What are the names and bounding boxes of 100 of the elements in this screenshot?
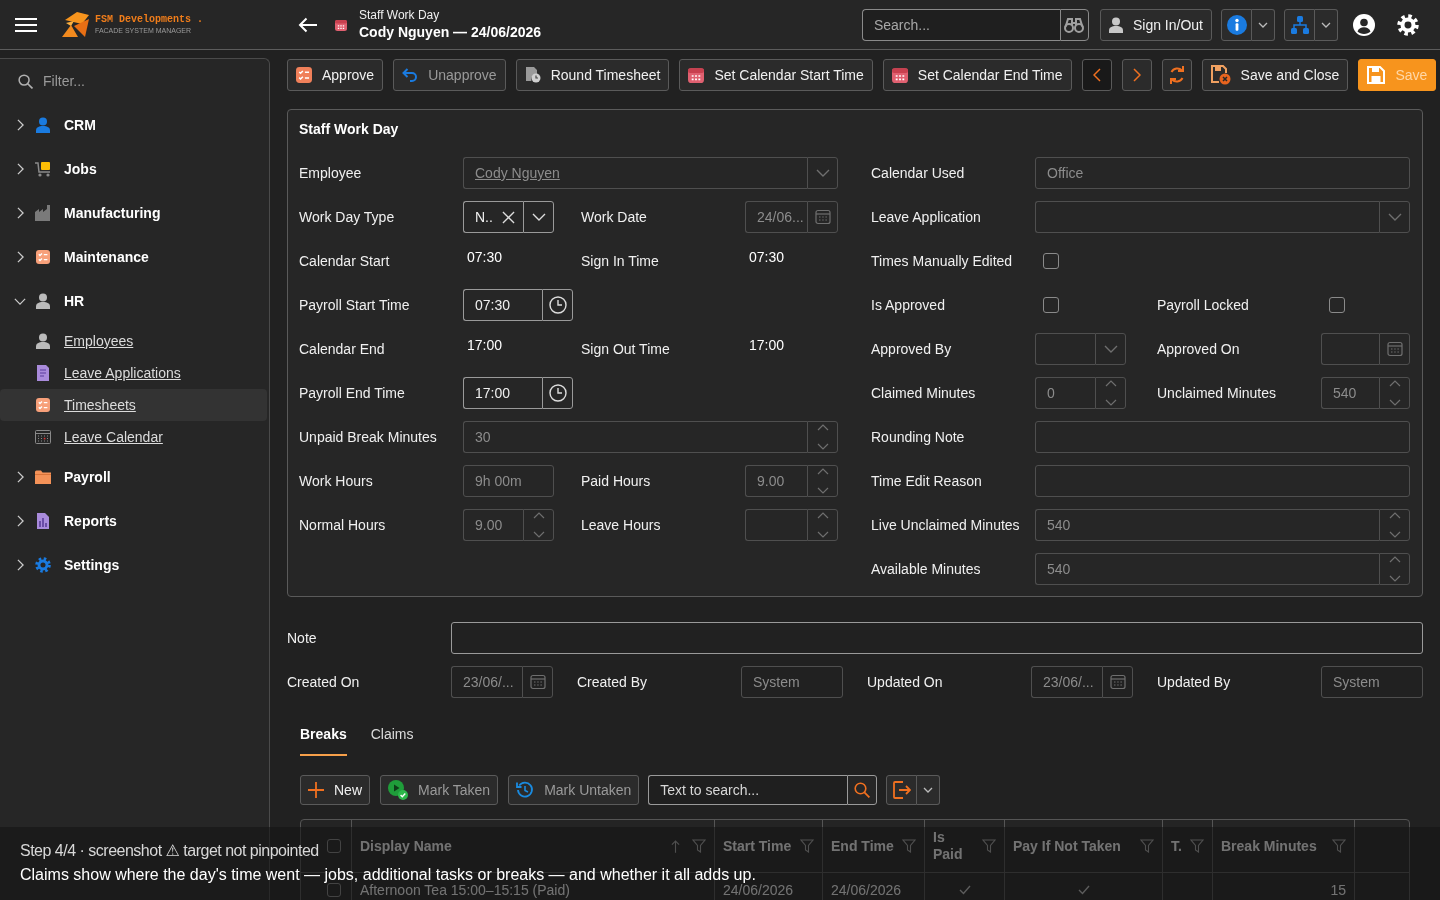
chevron-right-icon[interactable] bbox=[16, 559, 24, 571]
chevron-right-icon[interactable] bbox=[16, 119, 24, 131]
save-and-close-button[interactable]: Save and Close bbox=[1201, 59, 1349, 91]
search-button[interactable] bbox=[847, 775, 878, 805]
column-header[interactable]: T. bbox=[1163, 820, 1213, 872]
field-label: Live Unclaimed Minutes bbox=[871, 517, 1021, 533]
export-button[interactable] bbox=[886, 775, 918, 805]
checkbox[interactable] bbox=[327, 883, 341, 897]
time-picker-button[interactable] bbox=[542, 377, 573, 409]
next-button[interactable] bbox=[1121, 59, 1152, 91]
dropdown-field[interactable]: N.. bbox=[463, 201, 523, 233]
chevron-down-icon bbox=[531, 213, 546, 221]
nav-link[interactable]: Employees bbox=[0, 325, 267, 357]
refresh-button[interactable] bbox=[1161, 59, 1192, 91]
field-label: Paid Hours bbox=[581, 473, 652, 489]
nav-item[interactable]: Maintenance bbox=[0, 235, 267, 279]
time-field[interactable]: 07:30 bbox=[463, 289, 542, 321]
spin-button[interactable] bbox=[1095, 377, 1126, 409]
binoculars-icon bbox=[1064, 16, 1085, 33]
checkbox[interactable] bbox=[327, 839, 341, 853]
up-down-arrows-icon bbox=[1387, 556, 1402, 582]
page-subtitle: Staff Work Day bbox=[359, 7, 441, 23]
column-header[interactable]: Break Minutes bbox=[1213, 820, 1355, 872]
column-header[interactable]: Pay If Not Taken bbox=[1005, 820, 1163, 872]
dropdown-toggle[interactable] bbox=[1315, 8, 1338, 41]
checkbox[interactable] bbox=[1043, 253, 1059, 269]
table-cell: 15 bbox=[1213, 873, 1355, 900]
chevron-right-icon[interactable] bbox=[16, 515, 24, 527]
org-chart-button[interactable] bbox=[1284, 8, 1315, 41]
filter-icon[interactable] bbox=[902, 839, 916, 853]
info-button[interactable] bbox=[1221, 8, 1252, 41]
checkbox[interactable] bbox=[1043, 297, 1059, 313]
search-button[interactable] bbox=[1059, 8, 1089, 41]
nav-item[interactable]: Manufacturing bbox=[0, 191, 267, 235]
up-down-arrows-icon bbox=[815, 512, 830, 538]
search-field[interactable]: Search... bbox=[861, 8, 1060, 41]
field-label: Work Hours bbox=[299, 473, 374, 489]
spin-button[interactable] bbox=[1379, 509, 1410, 541]
chevron-right-icon[interactable] bbox=[16, 251, 24, 263]
calendar-button[interactable] bbox=[1379, 333, 1410, 365]
spin-button[interactable] bbox=[807, 421, 838, 453]
spin-button[interactable] bbox=[807, 465, 838, 497]
settings-icon[interactable] bbox=[1397, 13, 1419, 36]
calendar-button[interactable] bbox=[1102, 666, 1133, 698]
round-timesheet-button[interactable]: Round Timesheet bbox=[515, 59, 670, 91]
nav-link[interactable]: Leave Applications bbox=[0, 357, 267, 389]
spin-button[interactable] bbox=[1379, 377, 1410, 409]
clear-icon[interactable] bbox=[502, 210, 515, 224]
back-arrow-icon[interactable] bbox=[298, 16, 318, 33]
approve-button[interactable]: Approve bbox=[287, 59, 384, 91]
field-label: Payroll Start Time bbox=[299, 297, 411, 313]
nav-item[interactable]: Settings bbox=[0, 543, 267, 587]
filter-icon[interactable] bbox=[982, 839, 996, 853]
spin-button[interactable] bbox=[807, 509, 838, 541]
chevron-right-icon[interactable] bbox=[16, 163, 24, 175]
time-field[interactable]: 17:00 bbox=[463, 377, 542, 409]
set-calendar-end-button[interactable]: Set Calendar End Time bbox=[882, 59, 1072, 91]
filter-icon[interactable] bbox=[1140, 839, 1154, 853]
note-field[interactable] bbox=[451, 622, 1423, 654]
save-close-icon bbox=[1210, 65, 1231, 85]
filter-icon[interactable] bbox=[800, 839, 814, 853]
filter-icon[interactable] bbox=[1190, 839, 1204, 853]
tab[interactable]: Claims bbox=[370, 718, 414, 756]
account-icon[interactable] bbox=[1353, 13, 1375, 36]
dropdown-toggle[interactable] bbox=[917, 775, 941, 805]
dropdown-button[interactable] bbox=[523, 201, 554, 233]
filter-icon[interactable] bbox=[692, 839, 706, 853]
nav-item[interactable]: Reports bbox=[0, 499, 267, 543]
caret-icon bbox=[1321, 21, 1331, 28]
spin-button[interactable] bbox=[523, 509, 554, 541]
field-label: Calendar End bbox=[299, 341, 386, 357]
column-header[interactable]: Is Paid bbox=[925, 820, 1005, 872]
chevron-down-icon[interactable] bbox=[14, 297, 26, 305]
dropdown-toggle[interactable] bbox=[1252, 8, 1275, 41]
up-down-arrows-icon bbox=[1103, 380, 1118, 406]
nav-link[interactable]: Leave Calendar bbox=[0, 421, 267, 453]
calendar-button[interactable] bbox=[522, 666, 553, 698]
calendar-button[interactable] bbox=[807, 201, 838, 233]
filter-field[interactable]: Filter... bbox=[43, 67, 243, 95]
tab[interactable]: Breaks bbox=[300, 718, 347, 756]
spin-button[interactable] bbox=[1379, 553, 1410, 585]
nav-item[interactable]: Payroll bbox=[0, 455, 267, 499]
new-button[interactable]: New bbox=[300, 775, 370, 805]
sign-in-out-button[interactable]: Sign In/Out bbox=[1099, 8, 1212, 41]
previous-button[interactable] bbox=[1081, 59, 1112, 91]
nav-item[interactable]: CRM bbox=[0, 103, 267, 147]
org-chart-icon bbox=[1290, 15, 1309, 34]
nav-link[interactable]: Timesheets bbox=[0, 389, 267, 421]
column-header[interactable]: End Time bbox=[823, 820, 925, 872]
nav-item[interactable]: Jobs bbox=[0, 147, 267, 191]
chevron-right-icon[interactable] bbox=[16, 207, 24, 219]
chevron-right-icon[interactable] bbox=[16, 471, 24, 483]
set-calendar-start-button[interactable]: Set Calendar Start Time bbox=[679, 59, 873, 91]
search-field[interactable]: Text to search... bbox=[648, 775, 848, 805]
chevron-down-icon bbox=[815, 169, 830, 177]
filter-icon[interactable] bbox=[1332, 839, 1346, 853]
time-picker-button[interactable] bbox=[542, 289, 573, 321]
menu-icon[interactable] bbox=[15, 16, 37, 33]
nav-item[interactable]: HR bbox=[0, 279, 267, 323]
checkbox[interactable] bbox=[1329, 297, 1345, 313]
